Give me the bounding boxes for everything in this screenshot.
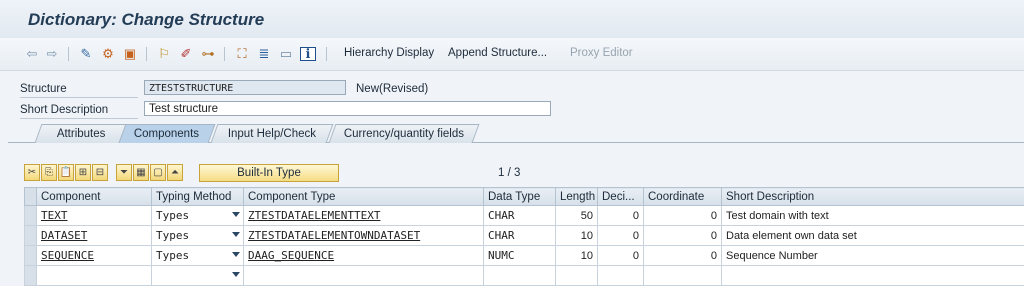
- column-header[interactable]: Component: [37, 188, 152, 206]
- short-description-cell[interactable]: Test domain with text: [722, 206, 1024, 226]
- table-row: SEQUENCE Types DAAG_SEQUENCE NUMC 10 0 0…: [25, 246, 1024, 266]
- column-header[interactable]: Data Type: [484, 188, 556, 206]
- first-page-icon[interactable]: ⏷: [116, 164, 132, 181]
- table-row: TEXT Types ZTESTDATAELEMENTTEXT CHAR 50 …: [25, 206, 1024, 226]
- data-type-cell[interactable]: CHAR: [484, 206, 556, 226]
- length-cell[interactable]: 10: [556, 226, 598, 246]
- dropdown-arrow-icon[interactable]: [232, 272, 240, 277]
- data-type-cell[interactable]: NUMC: [484, 246, 556, 266]
- hierarchy-icon[interactable]: ⛶: [234, 47, 250, 61]
- toolbar-separator: [146, 47, 147, 61]
- short-description-cell[interactable]: Data element own data set: [722, 226, 1024, 246]
- back-arrow-icon[interactable]: ⇦: [24, 47, 40, 61]
- short-description-field[interactable]: Test structure: [144, 101, 551, 116]
- built-in-type-button[interactable]: Built-In Type: [199, 164, 339, 182]
- insert-row-icon[interactable]: ⊞: [75, 164, 91, 181]
- check-object-icon[interactable]: ▣: [122, 47, 138, 61]
- length-cell[interactable]: 10: [556, 246, 598, 266]
- info-icon[interactable]: ℹ: [300, 47, 316, 61]
- cut-icon[interactable]: ✂: [24, 164, 40, 181]
- decimals-cell[interactable]: 0: [598, 206, 644, 226]
- table-row: DATASET Types ZTESTDATAELEMENTOWNDATASET…: [25, 226, 1024, 246]
- typing-method-cell[interactable]: Types: [152, 206, 244, 226]
- last-page-icon[interactable]: ⏶: [167, 164, 183, 181]
- column-header[interactable]: Length: [556, 188, 598, 206]
- toolbar-separator: [326, 47, 327, 61]
- toolbar-separator: [224, 47, 225, 61]
- activate-icon[interactable]: ⚙: [100, 47, 116, 61]
- select-all-cell[interactable]: [25, 188, 37, 206]
- column-header[interactable]: Deci...: [598, 188, 644, 206]
- row-selector[interactable]: [25, 206, 37, 226]
- column-header[interactable]: Typing Method: [152, 188, 244, 206]
- tab-currency-quantity-fields[interactable]: Currency/quantity fields: [329, 124, 480, 143]
- toolbar-separator: [68, 47, 69, 61]
- align-icon[interactable]: ≣: [256, 47, 272, 61]
- column-header[interactable]: Coordinate: [644, 188, 722, 206]
- paste-icon[interactable]: 📋: [58, 164, 74, 181]
- component-type-cell[interactable]: ZTESTDATAELEMENTTEXT: [244, 206, 484, 226]
- coordinate-cell[interactable]: 0: [644, 206, 722, 226]
- copy-icon[interactable]: ⎘: [41, 164, 57, 181]
- app-toolbar: ⇦ ⇨ ✎ ⚙ ▣ ⚐ ✐ ⊶ ⛶ ≣ ▭ ℹ Hierarchy Displa…: [0, 38, 1024, 71]
- typing-method-cell[interactable]: Types: [152, 226, 244, 246]
- component-cell[interactable]: DATASET: [37, 226, 152, 246]
- coordinate-cell[interactable]: 0: [644, 246, 722, 266]
- delete-row-icon[interactable]: ⊟: [92, 164, 108, 181]
- hierarchy-display-button[interactable]: Hierarchy Display: [344, 47, 434, 59]
- short-description-label: Short Description: [20, 104, 108, 116]
- status-text: New(Revised): [356, 83, 428, 95]
- decimals-cell[interactable]: 0: [598, 226, 644, 246]
- components-table: Component Typing Method Component Type D…: [24, 187, 1024, 286]
- select-all-icon[interactable]: ▦: [133, 164, 149, 181]
- component-type-cell[interactable]: ZTESTDATAELEMENTOWNDATASET: [244, 226, 484, 246]
- title-bar: Dictionary: Change Structure: [0, 0, 1024, 39]
- tree-icon[interactable]: ⊶: [200, 47, 216, 61]
- structure-field[interactable]: ZTESTSTRUCTURE: [144, 80, 346, 95]
- deselect-icon[interactable]: ▢: [150, 164, 166, 181]
- row-selector[interactable]: [25, 246, 37, 266]
- length-cell[interactable]: 50: [556, 206, 598, 226]
- component-cell[interactable]: SEQUENCE: [37, 246, 152, 266]
- append-structure-button[interactable]: Append Structure...: [448, 47, 547, 59]
- typing-method-cell[interactable]: Types: [152, 246, 244, 266]
- row-selector[interactable]: [25, 226, 37, 246]
- proxy-editor-button[interactable]: Proxy Editor: [570, 47, 633, 59]
- pencil-icon[interactable]: ✐: [178, 47, 194, 61]
- coordinate-cell[interactable]: 0: [644, 226, 722, 246]
- data-type-cell[interactable]: CHAR: [484, 226, 556, 246]
- table-header-row: Component Typing Method Component Type D…: [25, 188, 1024, 206]
- tab-attributes[interactable]: Attributes: [35, 124, 128, 143]
- dropdown-arrow-icon[interactable]: [232, 232, 240, 237]
- component-cell[interactable]: TEXT: [37, 206, 152, 226]
- label-underline: [20, 97, 138, 98]
- short-description-cell[interactable]: Sequence Number: [722, 246, 1024, 266]
- tab-components[interactable]: Components: [119, 124, 216, 143]
- column-header[interactable]: Component Type: [244, 188, 484, 206]
- window-icon[interactable]: ▭: [278, 47, 294, 61]
- dropdown-arrow-icon[interactable]: [232, 252, 240, 257]
- forward-arrow-icon[interactable]: ⇨: [44, 47, 60, 61]
- page-title: Dictionary: Change Structure: [28, 10, 264, 30]
- edit-display-toggle-icon[interactable]: ✎: [78, 47, 94, 61]
- label-underline: [20, 118, 138, 119]
- page-indicator: 1 / 3: [498, 167, 520, 179]
- column-header[interactable]: Short Description: [722, 188, 1024, 206]
- where-used-icon[interactable]: ⚐: [156, 47, 172, 61]
- dropdown-arrow-icon[interactable]: [232, 212, 240, 217]
- decimals-cell[interactable]: 0: [598, 246, 644, 266]
- structure-label: Structure: [20, 83, 67, 95]
- tab-input-help-check[interactable]: Input Help/Check: [211, 124, 334, 143]
- component-type-cell[interactable]: DAAG_SEQUENCE: [244, 246, 484, 266]
